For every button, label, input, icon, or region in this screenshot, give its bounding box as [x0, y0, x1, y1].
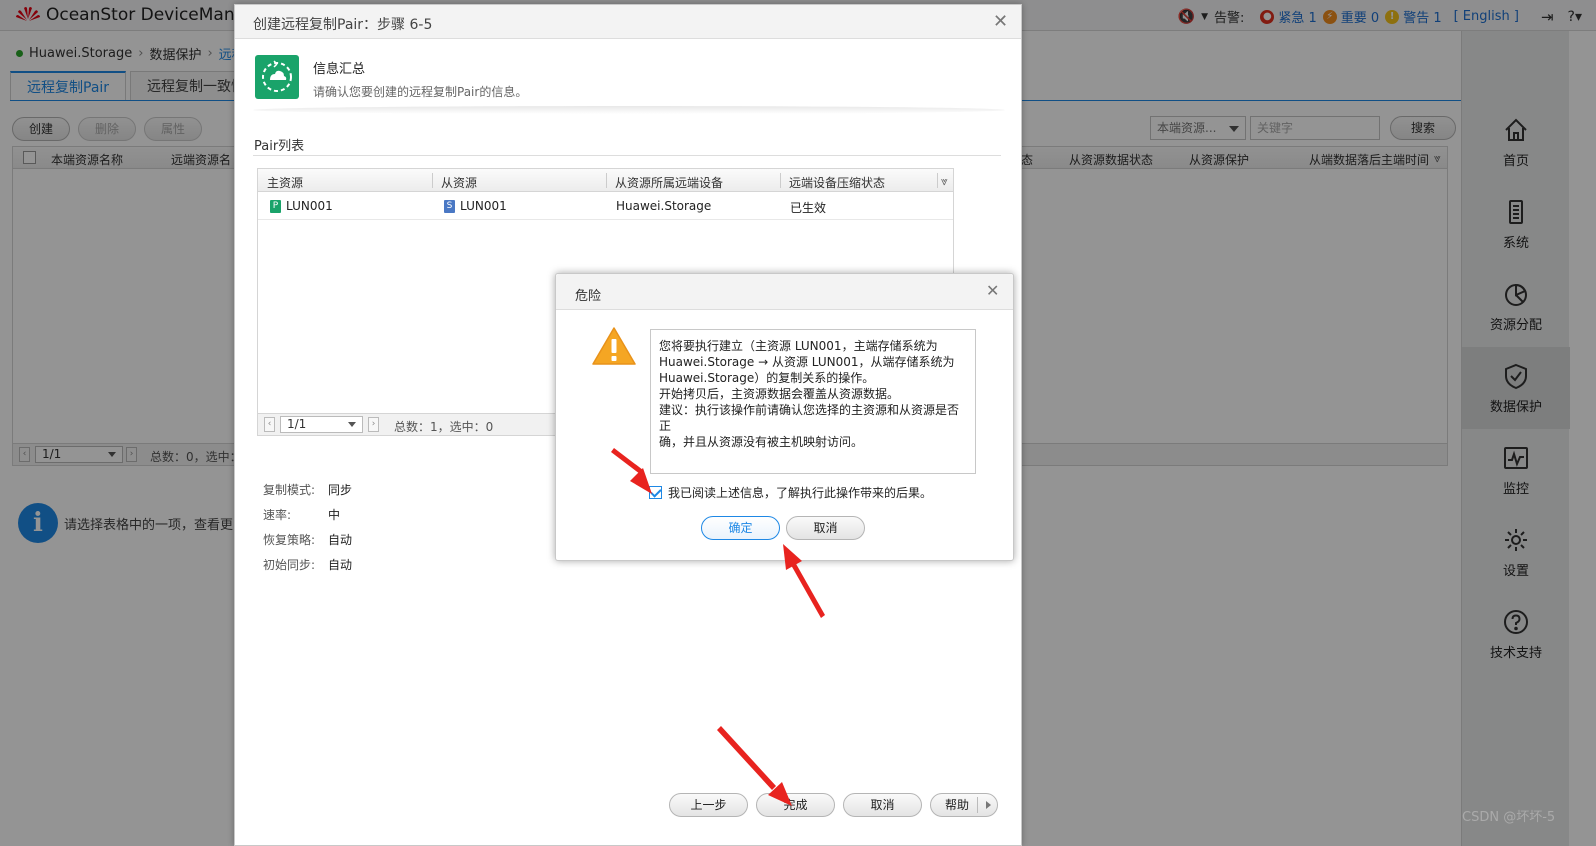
previous-button[interactable]: 上一步	[669, 793, 748, 817]
chevron-right-icon	[986, 801, 991, 809]
danger-message: 您将要执行建立（主资源 LUN001，主端存储系统为 Huawei.Storag…	[650, 329, 976, 474]
column-header[interactable]: 主资源	[267, 174, 303, 191]
chevron-down-icon	[348, 422, 356, 427]
secondary-resource-cell: S LUN001	[444, 199, 507, 213]
pair-table-summary: 总数：1，选中：0	[394, 420, 494, 434]
property-row: 速率: 中	[263, 502, 352, 527]
warning-triangle-icon	[592, 327, 636, 365]
prev-page-icon[interactable]: ‹	[264, 417, 275, 432]
primary-lun-icon: P	[270, 199, 281, 213]
property-row: 恢复策略: 自动	[263, 527, 352, 552]
column-separator	[432, 173, 433, 188]
column-header[interactable]: 远端设备压缩状态	[789, 174, 885, 191]
summary-icon	[255, 55, 299, 99]
property-label: 恢复策略:	[263, 533, 316, 547]
property-label: 速率:	[263, 508, 292, 522]
property-value: 中	[328, 508, 341, 522]
finish-button[interactable]: 完成	[756, 793, 835, 817]
property-row: 复制模式: 同步	[263, 477, 352, 502]
header-divider	[253, 106, 1005, 114]
property-label: 初始同步:	[263, 558, 316, 572]
acknowledge-row[interactable]: 我已阅读上述信息，了解执行此操作带来的后果。	[649, 484, 932, 501]
column-separator	[606, 173, 607, 188]
section-divider	[253, 155, 1001, 156]
dialog-title: 危险	[575, 289, 602, 304]
primary-resource-cell: P LUN001	[270, 199, 333, 213]
property-row: 初始同步: 自动	[263, 552, 352, 577]
wizard-title: 创建远程复制Pair：步骤 6-5	[253, 17, 433, 33]
pair-list-title: Pair列表	[254, 139, 305, 154]
property-value: 自动	[328, 533, 353, 547]
pair-table-header: 主资源 从资源 从资源所属远端设备 远端设备压缩状态 ⩔	[258, 169, 953, 192]
table-row[interactable]: P LUN001 S LUN001 Huawei.Storage 已生效	[258, 192, 953, 220]
step-title: 信息汇总	[313, 62, 366, 77]
help-button-label: 帮助	[944, 798, 969, 812]
wizard-header: 创建远程复制Pair：步骤 6-5 ✕	[235, 5, 1021, 39]
remote-device-cell: Huawei.Storage	[616, 199, 712, 213]
dialog-buttons: 确定 取消	[701, 516, 865, 540]
dialog-cancel-button[interactable]: 取消	[786, 516, 865, 540]
column-chooser-icon[interactable]: ⩔	[941, 174, 948, 189]
help-button[interactable]: 帮助	[930, 793, 998, 817]
step-header: 信息汇总 请确认您要创建的远程复制Pair的信息。	[255, 55, 527, 100]
close-icon[interactable]: ✕	[993, 11, 1008, 32]
acknowledge-label: 我已阅读上述信息，了解执行此操作带来的后果。	[668, 486, 933, 500]
property-label: 复制模式:	[263, 483, 316, 497]
replication-properties: 复制模式: 同步 速率: 中 恢复策略: 自动 初始同步: 自动	[263, 477, 352, 577]
property-value: 同步	[328, 483, 353, 497]
danger-dialog: 危险 ✕ 您将要执行建立（主资源 LUN001，主端存储系统为 Huawei.S…	[555, 273, 1014, 561]
compression-status-cell: 已生效	[790, 201, 827, 215]
primary-resource: LUN001	[286, 199, 333, 213]
secondary-resource: LUN001	[460, 199, 507, 213]
close-icon[interactable]: ✕	[986, 281, 999, 300]
column-header[interactable]: 从资源	[441, 174, 477, 191]
next-page-icon[interactable]: ›	[368, 417, 379, 432]
watermark: CSDN @坏坏-5	[1462, 810, 1556, 825]
column-separator	[937, 173, 938, 188]
step-description: 请确认您要创建的远程复制Pair的信息。	[313, 85, 528, 99]
property-value: 自动	[328, 558, 353, 572]
cancel-button[interactable]: 取消	[843, 793, 922, 817]
button-divider	[977, 797, 978, 813]
secondary-lun-icon: S	[444, 199, 455, 213]
page-select-value: 1/1	[287, 417, 307, 431]
column-separator	[780, 173, 781, 188]
column-header[interactable]: 从资源所属远端设备	[615, 174, 723, 191]
acknowledge-checkbox[interactable]	[649, 486, 662, 499]
page-select[interactable]: 1/1	[280, 416, 363, 433]
wizard-buttons: 上一步 完成 取消 帮助	[669, 793, 998, 817]
confirm-button[interactable]: 确定	[701, 516, 780, 540]
dialog-header: 危险 ✕	[556, 274, 1013, 310]
